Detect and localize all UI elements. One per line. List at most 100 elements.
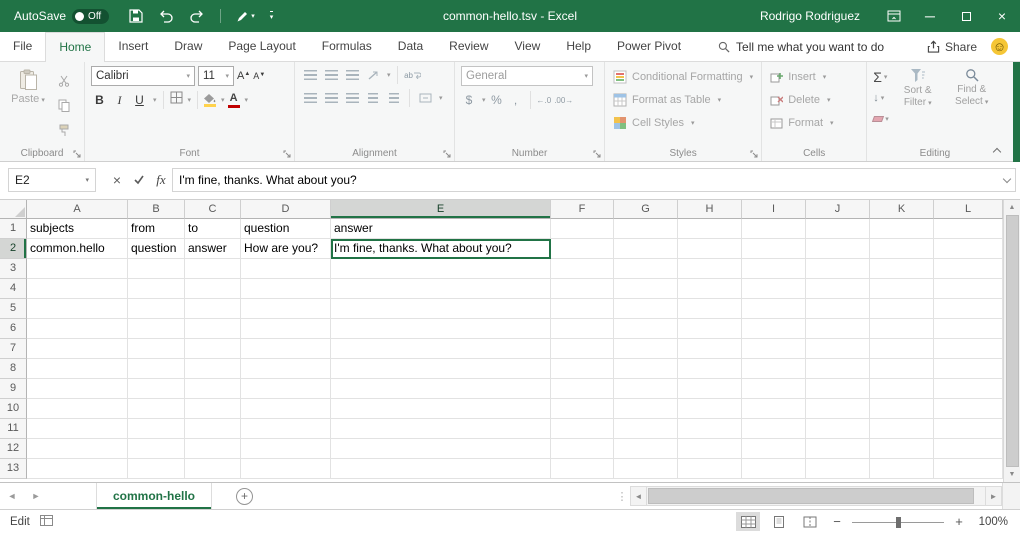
cell-C9[interactable] (185, 379, 241, 399)
cell-F3[interactable] (551, 259, 614, 279)
column-header-C[interactable]: C (185, 200, 241, 219)
zoom-slider-thumb[interactable] (896, 517, 901, 528)
close-button[interactable]: × (984, 0, 1020, 32)
align-middle-button[interactable] (322, 66, 340, 84)
formula-input[interactable]: I'm fine, thanks. What about you? (172, 168, 998, 192)
comma-style-button[interactable]: , (508, 93, 524, 107)
cell-L2[interactable] (934, 239, 1003, 259)
autosave-switch[interactable]: Off (72, 9, 109, 24)
cell-H5[interactable] (678, 299, 742, 319)
cell-E13[interactable] (331, 459, 551, 479)
cell-D10[interactable] (241, 399, 331, 419)
cell-G9[interactable] (614, 379, 678, 399)
row-header-12[interactable]: 12 (0, 439, 27, 459)
bold-button[interactable]: B (91, 91, 108, 109)
cell-J8[interactable] (806, 359, 870, 379)
cell-H4[interactable] (678, 279, 742, 299)
name-box-dropdown-icon[interactable]: ▾ (85, 176, 89, 184)
horizontal-scrollbar[interactable]: ◄ ► (630, 483, 1002, 509)
row-header-2[interactable]: 2 (0, 239, 27, 259)
user-name[interactable]: Rodrigo Rodriguez (744, 9, 876, 23)
cell-I7[interactable] (742, 339, 806, 359)
align-top-button[interactable] (301, 66, 319, 84)
ribbon-display-options-button[interactable] (876, 0, 912, 32)
cancel-button[interactable]: × (106, 168, 128, 192)
cell-J2[interactable] (806, 239, 870, 259)
cell-H2[interactable] (678, 239, 742, 259)
column-header-K[interactable]: K (870, 200, 934, 219)
scroll-down-icon[interactable]: ▼ (1009, 468, 1016, 481)
cell-L11[interactable] (934, 419, 1003, 439)
zoom-out-button[interactable]: − (829, 514, 845, 529)
cell-H12[interactable] (678, 439, 742, 459)
row-header-9[interactable]: 9 (0, 379, 27, 399)
cell-B2[interactable]: question (128, 239, 185, 259)
cell-A1[interactable]: subjects (27, 219, 128, 239)
cell-K5[interactable] (870, 299, 934, 319)
cell-L4[interactable] (934, 279, 1003, 299)
tell-me-search[interactable]: Tell me what you want to do (718, 32, 884, 61)
cell-L9[interactable] (934, 379, 1003, 399)
cell-A5[interactable] (27, 299, 128, 319)
cell-H11[interactable] (678, 419, 742, 439)
column-header-L[interactable]: L (934, 200, 1003, 219)
cell-I3[interactable] (742, 259, 806, 279)
cell-H6[interactable] (678, 319, 742, 339)
zoom-level[interactable]: 100% (974, 516, 1008, 528)
save-button[interactable] (129, 9, 143, 23)
row-header-3[interactable]: 3 (0, 259, 27, 279)
cell-J10[interactable] (806, 399, 870, 419)
sheet-nav-prev-icon[interactable]: ◄ (0, 483, 24, 509)
row-header-7[interactable]: 7 (0, 339, 27, 359)
formula-bar-splitter[interactable] (96, 168, 106, 192)
cell-F11[interactable] (551, 419, 614, 439)
cell-A9[interactable] (27, 379, 128, 399)
cell-B1[interactable]: from (128, 219, 185, 239)
cell-H8[interactable] (678, 359, 742, 379)
cell-D4[interactable] (241, 279, 331, 299)
cell-J1[interactable] (806, 219, 870, 239)
cell-F4[interactable] (551, 279, 614, 299)
cell-L8[interactable] (934, 359, 1003, 379)
increase-indent-button[interactable] (385, 89, 403, 107)
autosum-button[interactable]: Σ▾ (873, 68, 889, 85)
copy-button[interactable] (58, 99, 70, 117)
cell-H3[interactable] (678, 259, 742, 279)
hscroll-right-icon[interactable]: ► (985, 486, 1002, 506)
cell-C5[interactable] (185, 299, 241, 319)
cell-E9[interactable] (331, 379, 551, 399)
cell-A6[interactable] (27, 319, 128, 339)
tab-file[interactable]: File (0, 32, 45, 61)
tab-formulas[interactable]: Formulas (309, 32, 385, 61)
format-cells-button[interactable]: Format▾ (768, 112, 860, 134)
cell-styles-button[interactable]: Cell Styles▾ (611, 112, 755, 134)
fill-button[interactable]: ↓▾ (873, 89, 889, 106)
conditional-formatting-button[interactable]: Conditional Formatting▾ (611, 66, 755, 88)
cell-K12[interactable] (870, 439, 934, 459)
align-bottom-button[interactable] (343, 66, 361, 84)
cell-F7[interactable] (551, 339, 614, 359)
row-header-10[interactable]: 10 (0, 399, 27, 419)
cell-J6[interactable] (806, 319, 870, 339)
cell-H9[interactable] (678, 379, 742, 399)
cell-I8[interactable] (742, 359, 806, 379)
cell-L3[interactable] (934, 259, 1003, 279)
cell-C7[interactable] (185, 339, 241, 359)
cell-G11[interactable] (614, 419, 678, 439)
cell-G10[interactable] (614, 399, 678, 419)
align-center-button[interactable] (322, 89, 340, 107)
cell-E6[interactable] (331, 319, 551, 339)
undo-button[interactable] (158, 10, 174, 23)
font-family-select[interactable]: Calibri▾ (91, 66, 195, 86)
format-as-table-button[interactable]: Format as Table▾ (611, 89, 755, 111)
tab-page-layout[interactable]: Page Layout (215, 32, 308, 61)
cell-G6[interactable] (614, 319, 678, 339)
tab-view[interactable]: View (502, 32, 554, 61)
cell-L5[interactable] (934, 299, 1003, 319)
tab-scrollbar-splitter[interactable]: ⋮ (614, 483, 630, 509)
sheet-nav-next-icon[interactable]: ► (24, 483, 48, 509)
cell-F2[interactable] (551, 239, 614, 259)
customize-qat-button[interactable]: ▾ (270, 11, 274, 21)
cell-E1[interactable]: answer (331, 219, 551, 239)
tab-power-pivot[interactable]: Power Pivot (604, 32, 694, 61)
